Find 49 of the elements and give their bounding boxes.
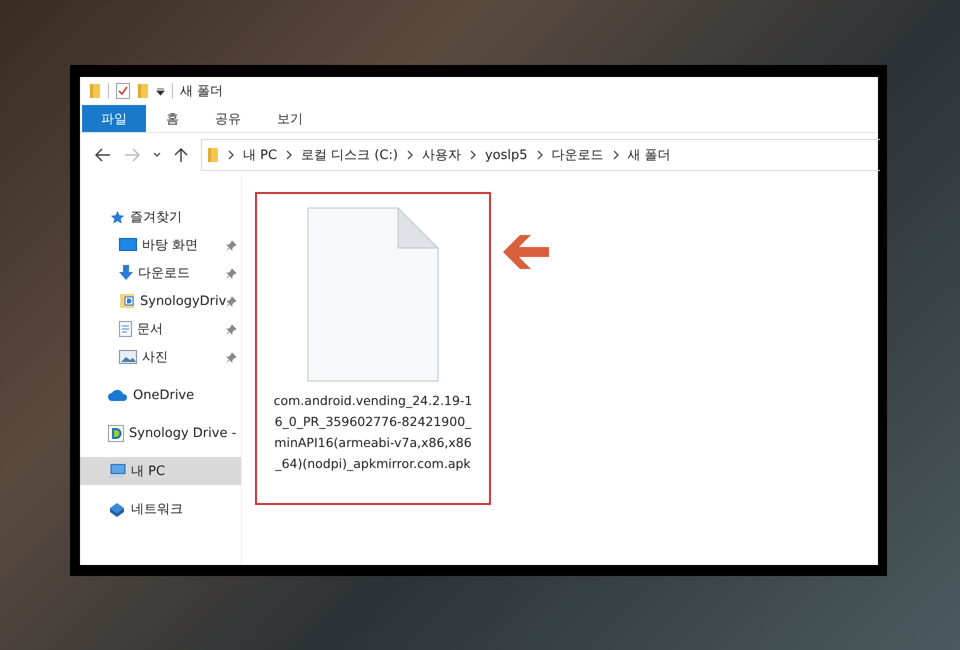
nav-item[interactable]: 사진 <box>80 343 241 371</box>
breadcrumb[interactable]: 새 폴더 <box>628 146 671 164</box>
breadcrumb[interactable]: 사용자 <box>422 146 461 164</box>
address-bar[interactable]: 내 PC 로컬 디스크 (C:) 사용자 yoslp5 다운로드 새 폴더 <box>201 139 880 171</box>
nav-item[interactable]: 바탕 화면 <box>80 231 241 259</box>
ribbon-tab[interactable]: 보기 <box>261 105 319 132</box>
nav-item[interactable]: 네트워크 <box>80 495 241 523</box>
chevron-down-icon[interactable] <box>153 152 161 158</box>
network-icon <box>108 502 126 516</box>
left-arrow-icon <box>503 235 549 269</box>
nav-item[interactable]: 문서 <box>80 315 241 343</box>
chevron-right-icon <box>536 150 544 160</box>
chevron-right-icon <box>612 150 620 160</box>
breadcrumb[interactable]: yoslp5 <box>484 148 528 162</box>
blank-file-icon <box>307 207 439 382</box>
monitor-icon <box>119 238 137 252</box>
chevron-right-icon <box>406 150 414 160</box>
nav-item[interactable]: 즐겨찾기 <box>80 203 241 231</box>
breadcrumb[interactable]: 로컬 디스크 (C:) <box>301 146 398 164</box>
folder-icon <box>119 293 135 309</box>
checkbox-icon[interactable] <box>116 83 130 99</box>
d-logo-icon <box>108 424 124 442</box>
nav-item[interactable]: 다운로드 <box>80 259 241 287</box>
ribbon-tab[interactable]: 공유 <box>199 105 257 132</box>
nav-item[interactable]: 내 PC <box>80 457 241 485</box>
picture-icon <box>119 350 137 364</box>
nav-item[interactable]: Synology Drive - <box>80 419 241 447</box>
star-icon <box>110 210 125 224</box>
chevron-right-icon <box>468 150 477 160</box>
chevron-right-icon <box>227 150 235 160</box>
breadcrumb[interactable]: 다운로드 <box>552 146 604 164</box>
computer-icon <box>108 464 126 478</box>
down-arrow-icon <box>119 265 133 281</box>
dropdown-icon[interactable] <box>156 86 165 96</box>
folder-icon <box>207 147 219 163</box>
file-name: com.android.vending_24.2.19-16_0_PR_359602776-82421900_minAPI16(armeabi-v7a,x86,x86_64)(nodpi)_apkmirror.com.apk <box>273 392 473 473</box>
ribbon-tab[interactable]: 홈 <box>150 105 195 132</box>
up-arrow-icon[interactable] <box>174 147 188 163</box>
breadcrumb[interactable]: 내 PC <box>243 146 278 164</box>
ribbon-tab[interactable]: 파일 <box>82 105 146 132</box>
nav-item[interactable]: OneDrive <box>80 381 241 409</box>
document-icon <box>119 321 132 337</box>
folder-icon <box>89 83 101 99</box>
window-title: 새 폴더 <box>180 83 224 100</box>
nav-item[interactable]: SynologyDriv <box>80 287 241 315</box>
file-item[interactable]: com.android.vending_24.2.19-16_0_PR_359602776-82421900_minAPI16(armeabi-v7a,x86,x86_64)(nodpi)_apkmirror.com.apk <box>255 192 491 505</box>
cloud-icon <box>108 388 128 402</box>
back-arrow-icon[interactable] <box>95 148 111 162</box>
chevron-right-icon <box>285 150 294 160</box>
